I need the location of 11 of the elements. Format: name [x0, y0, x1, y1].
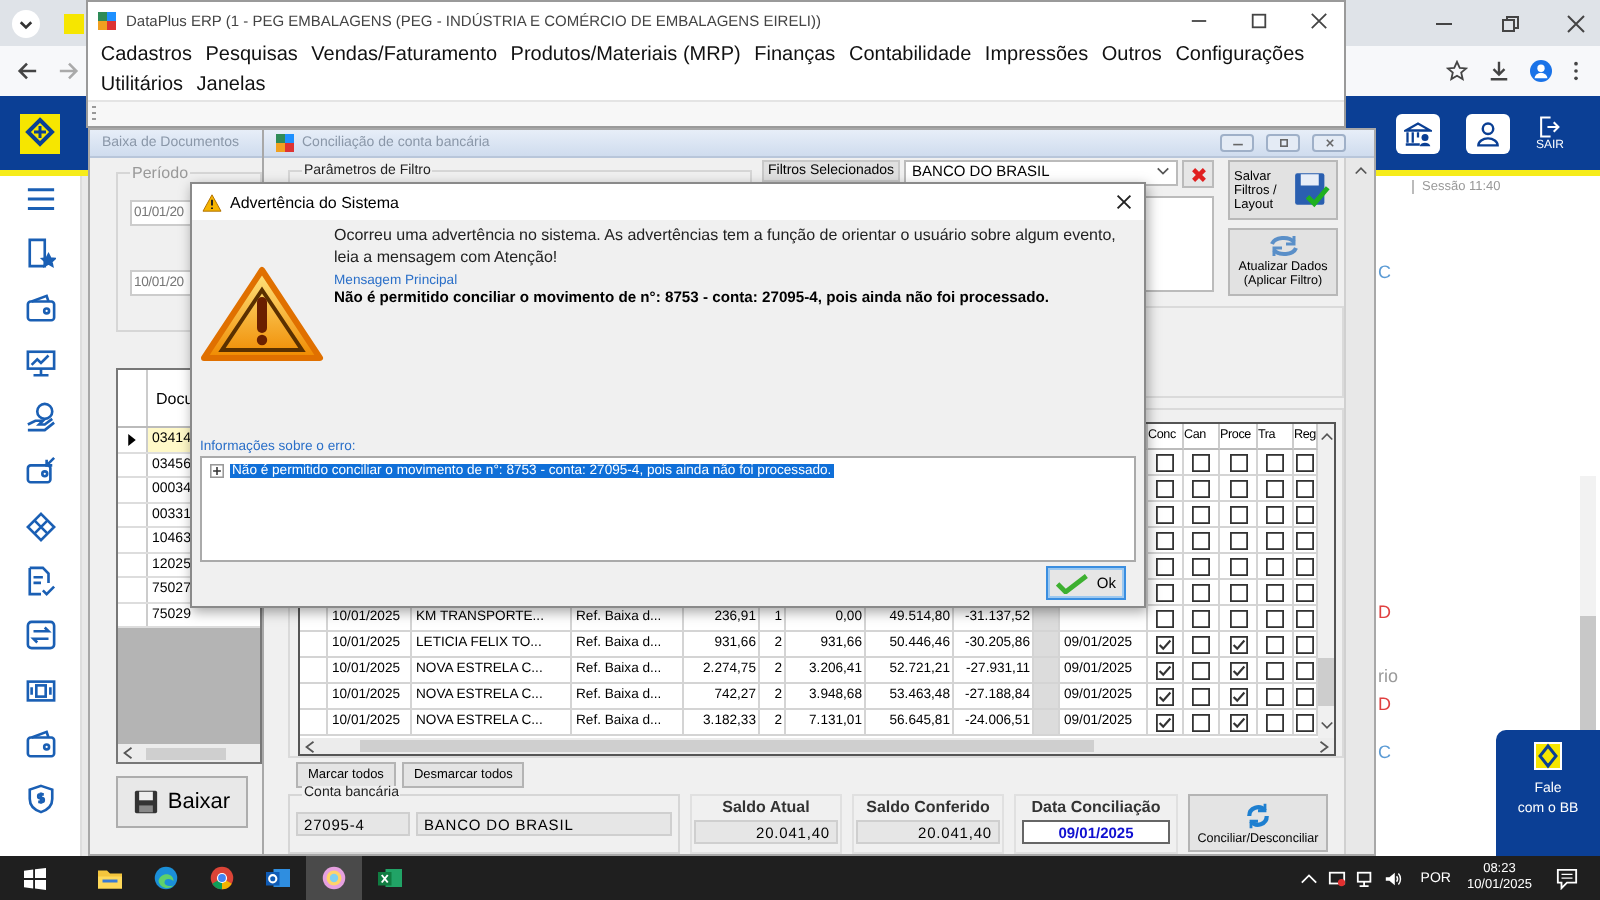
- page-text: D: [1378, 694, 1391, 714]
- warning-text: Ocorreu uma advertência no sistema. As advertências tem a função de orientar o usuário sobre algum evento, leia a mensagem com Atenção!: [334, 226, 1118, 268]
- page-text: rio: [1378, 666, 1399, 686]
- field-label: Data Conciliação: [1031, 798, 1161, 816]
- page-text: C: [1378, 262, 1391, 282]
- dialog-title: Advertência do Sistema: [230, 193, 399, 211]
- page-text: D: [1378, 602, 1391, 622]
- page-text: C: [1378, 742, 1391, 762]
- field-label: Saldo Conferido: [866, 798, 990, 816]
- field-label: Saldo Atual: [722, 798, 810, 816]
- group-label: Período: [130, 164, 191, 182]
